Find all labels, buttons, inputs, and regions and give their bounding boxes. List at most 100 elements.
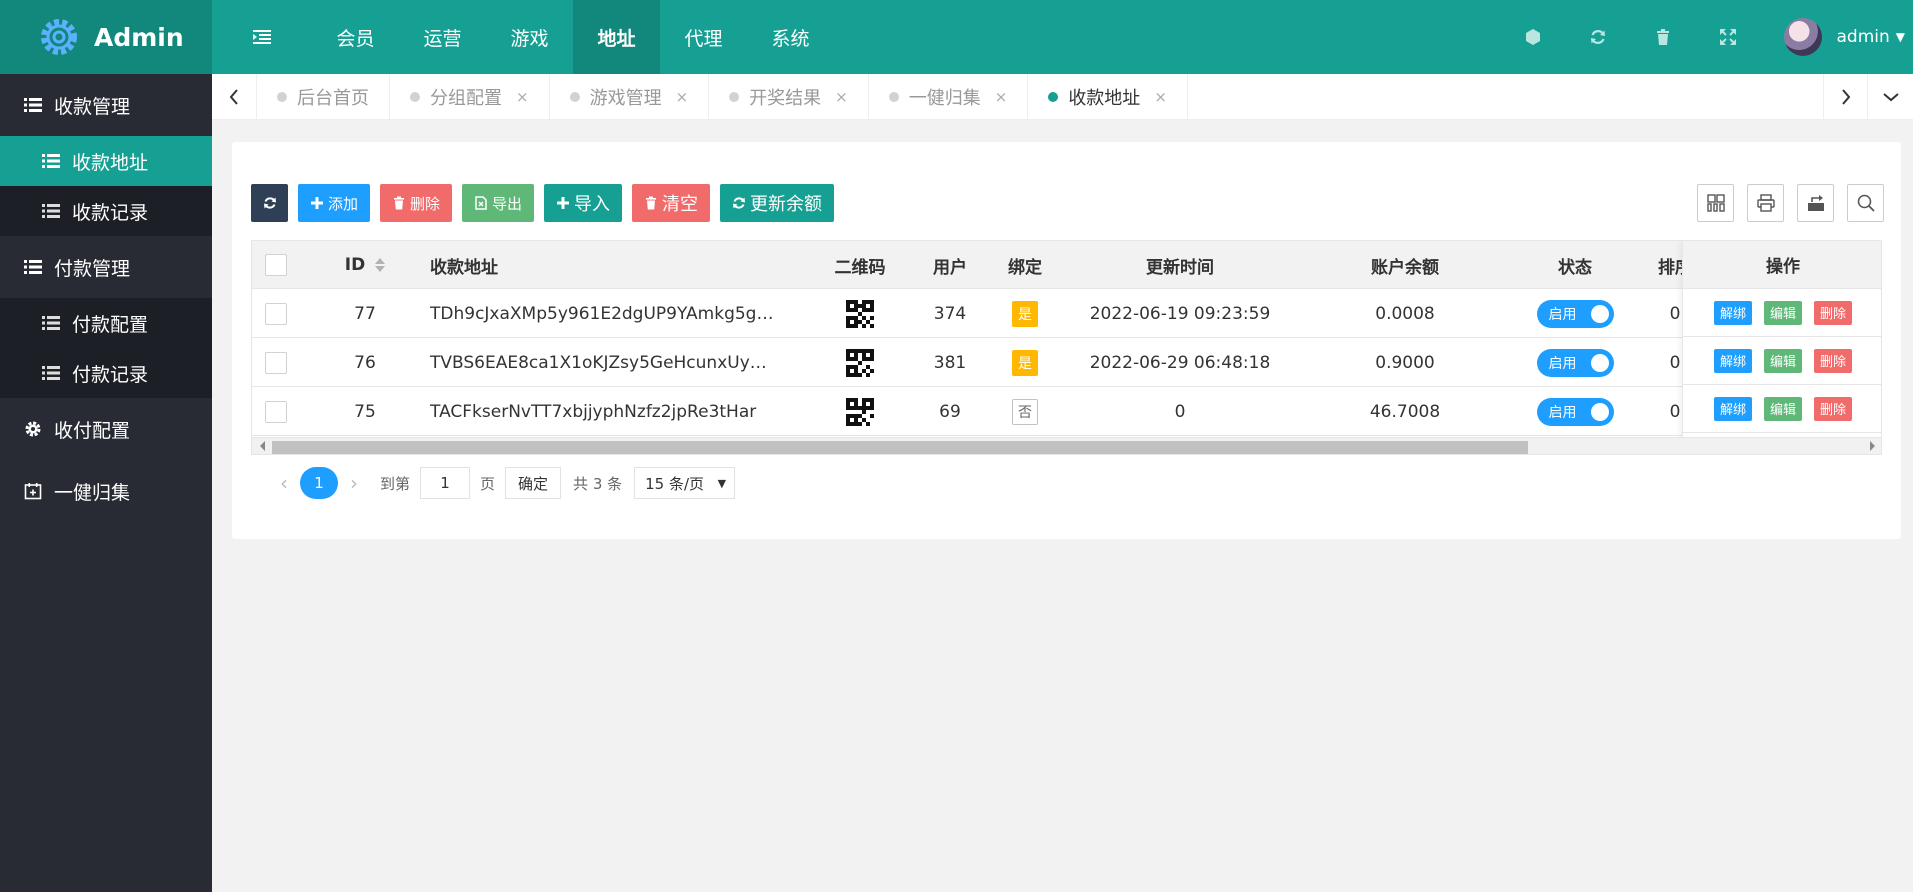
nav-members[interactable]: 会员 bbox=[312, 0, 399, 74]
sidebar-submenu-payments: 付款配置 付款记录 bbox=[0, 298, 212, 398]
sidebar-item-receive-records[interactable]: 收款记录 bbox=[0, 186, 212, 236]
reload-button[interactable] bbox=[251, 184, 288, 222]
user-menu[interactable]: admin ▼ bbox=[1760, 18, 1913, 56]
sidebar-group-payments[interactable]: 付款管理 bbox=[0, 236, 212, 298]
tabs-prev-button[interactable] bbox=[212, 74, 257, 120]
export-button[interactable]: 导出 bbox=[462, 184, 535, 222]
qr-code-icon[interactable] bbox=[846, 300, 874, 328]
tab-home[interactable]: 后台首页 bbox=[257, 74, 390, 120]
print-button[interactable] bbox=[1747, 184, 1784, 222]
edit-button[interactable]: 编辑 bbox=[1763, 396, 1802, 421]
nav-operations[interactable]: 运营 bbox=[399, 0, 486, 74]
row-checkbox[interactable] bbox=[265, 401, 287, 423]
scroll-left-icon[interactable] bbox=[260, 441, 265, 451]
sidebar-item-receive-address[interactable]: 收款地址 bbox=[0, 136, 212, 186]
import-button[interactable]: 导入 bbox=[544, 184, 623, 222]
page-input[interactable]: 1 bbox=[420, 467, 471, 499]
qr-code-icon[interactable] bbox=[846, 398, 874, 426]
clear-cache-button[interactable] bbox=[1630, 0, 1695, 74]
content-card: 添加 删除 导出 导入 清空 更新余额 ID 收款地址 二维码 用户 绑定 更新… bbox=[232, 142, 1901, 539]
tab-group-config[interactable]: 分组配置 × bbox=[390, 74, 550, 120]
status-toggle[interactable]: 启用 bbox=[1536, 398, 1614, 426]
bind-badge: 是 bbox=[1012, 301, 1038, 327]
search-button[interactable] bbox=[1847, 184, 1884, 222]
page-size-select[interactable]: 15 条/页 ▼ bbox=[634, 467, 736, 499]
qr-cell bbox=[800, 339, 920, 387]
header-id[interactable]: ID bbox=[300, 241, 430, 289]
menu-toggle-button[interactable] bbox=[212, 0, 312, 74]
tab-draw-results[interactable]: 开奖结果 × bbox=[709, 74, 869, 120]
tab-close-icon[interactable]: × bbox=[995, 88, 1008, 106]
header-label: 用户 bbox=[933, 257, 967, 278]
sidebar-group-collect[interactable]: 一健归集 bbox=[0, 460, 212, 522]
row-checkbox-cell bbox=[252, 388, 300, 436]
scroll-right-icon[interactable] bbox=[1870, 441, 1875, 451]
chevron-left-icon bbox=[229, 89, 238, 105]
edit-button[interactable]: 编辑 bbox=[1763, 348, 1802, 373]
unbind-button[interactable]: 解绑 bbox=[1713, 348, 1752, 373]
columns-filter-button[interactable] bbox=[1697, 184, 1734, 222]
tab-close-icon[interactable]: × bbox=[1154, 88, 1167, 106]
tab-close-icon[interactable]: × bbox=[835, 88, 848, 106]
horizontal-scrollbar[interactable] bbox=[252, 437, 1881, 454]
nav-agent[interactable]: 代理 bbox=[660, 0, 747, 74]
sidebar-item-label: 付款配置 bbox=[72, 313, 149, 336]
export-tool-button[interactable] bbox=[1797, 184, 1834, 222]
status-toggle[interactable]: 启用 bbox=[1536, 300, 1614, 328]
tab-close-icon[interactable]: × bbox=[516, 88, 529, 106]
next-page-icon[interactable]: › bbox=[338, 471, 370, 495]
tab-label: 后台首页 bbox=[297, 88, 369, 109]
list-icon bbox=[24, 260, 42, 274]
row-checkbox[interactable] bbox=[265, 352, 287, 374]
nav-games[interactable]: 游戏 bbox=[486, 0, 573, 74]
fullscreen-button[interactable] bbox=[1695, 0, 1760, 74]
status-toggle[interactable]: 启用 bbox=[1536, 349, 1614, 377]
sidebar-group-settlement-config[interactable]: 收付配置 bbox=[0, 398, 212, 460]
sidebar-item-payment-config[interactable]: 付款配置 bbox=[0, 298, 212, 348]
header-label: 收款地址 bbox=[430, 257, 498, 278]
brand-title: Admin bbox=[94, 22, 184, 52]
sidebar-submenu-receipts: 收款地址 收款记录 bbox=[0, 136, 212, 236]
qr-cell bbox=[800, 290, 920, 338]
select-all-checkbox[interactable] bbox=[265, 254, 287, 276]
nav-system[interactable]: 系统 bbox=[747, 0, 834, 74]
unbind-button[interactable]: 解绑 bbox=[1713, 396, 1752, 421]
header-status: 状态 bbox=[1520, 241, 1630, 289]
tab-one-click-collect[interactable]: 一健归集 × bbox=[869, 74, 1029, 120]
add-button[interactable]: 添加 bbox=[298, 184, 371, 222]
delete-button[interactable]: 删除 bbox=[380, 184, 453, 222]
qr-code-icon[interactable] bbox=[846, 349, 874, 377]
tabs-next-button[interactable] bbox=[1823, 74, 1868, 120]
tab-game-management[interactable]: 游戏管理 × bbox=[550, 74, 710, 120]
top-nav: 会员 运营 游戏 地址 代理 系统 bbox=[212, 0, 834, 74]
clear-button[interactable]: 清空 bbox=[632, 184, 711, 222]
status-cell: 启用 bbox=[1520, 290, 1630, 338]
delete-row-button[interactable]: 删除 bbox=[1814, 300, 1853, 325]
delete-row-button[interactable]: 删除 bbox=[1814, 348, 1853, 373]
tab-close-icon[interactable]: × bbox=[676, 88, 689, 106]
chevron-down-icon: ▼ bbox=[717, 476, 727, 490]
scrollbar-thumb[interactable] bbox=[272, 441, 1528, 454]
list-icon bbox=[42, 154, 60, 168]
refresh-balance-button[interactable]: 更新余额 bbox=[720, 184, 835, 222]
row-checkbox-cell bbox=[252, 290, 300, 338]
delete-row-button[interactable]: 删除 bbox=[1814, 396, 1853, 421]
prev-page-icon[interactable]: ‹ bbox=[268, 471, 300, 495]
cell-users: 381 bbox=[933, 353, 967, 373]
current-page[interactable]: 1 bbox=[300, 467, 338, 499]
unbind-button[interactable]: 解绑 bbox=[1713, 300, 1752, 325]
sort-icon[interactable] bbox=[375, 258, 386, 272]
refresh-button[interactable] bbox=[1565, 0, 1630, 74]
theme-button[interactable] bbox=[1500, 0, 1565, 74]
sidebar-group-receipts[interactable]: 收款管理 bbox=[0, 74, 212, 136]
goto-label: 到第 bbox=[380, 474, 411, 493]
confirm-page-button[interactable]: 确定 bbox=[505, 467, 562, 499]
sidebar-item-payment-records[interactable]: 付款记录 bbox=[0, 348, 212, 398]
edit-button[interactable]: 编辑 bbox=[1763, 300, 1802, 325]
nav-address[interactable]: 地址 bbox=[573, 0, 660, 74]
tab-receive-address[interactable]: 收款地址 × bbox=[1028, 74, 1188, 120]
trash-icon bbox=[646, 196, 657, 210]
logo[interactable]: Admin bbox=[0, 0, 212, 74]
row-checkbox[interactable] bbox=[265, 303, 287, 325]
tabs-menu-button[interactable] bbox=[1868, 74, 1913, 120]
